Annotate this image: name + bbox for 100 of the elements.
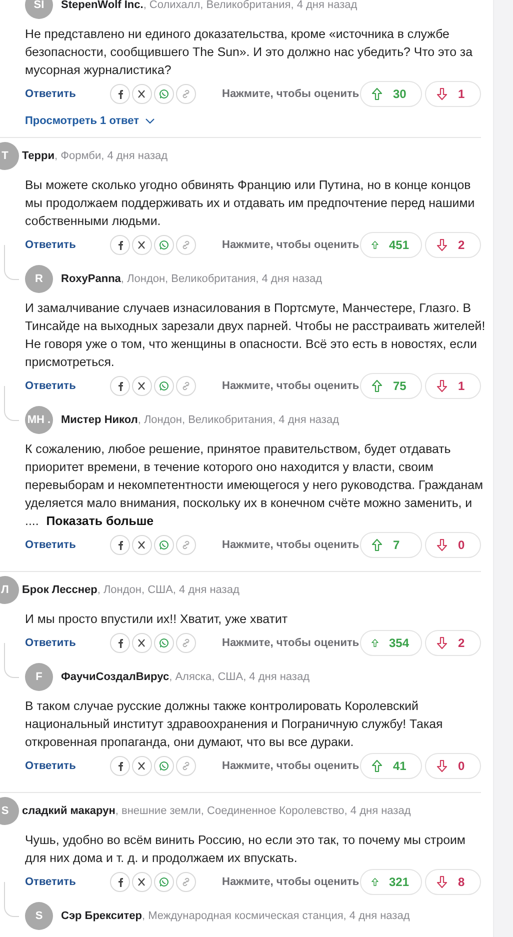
x-share-button[interactable]	[132, 235, 152, 255]
upvote-button[interactable]: 451	[360, 232, 422, 258]
comment-text: Чушь, удобно во всём винить Россию, но если это так, то почему мы строим для них дома и т. д. и продолжаем их впускать.	[25, 832, 466, 867]
downvote-button[interactable]: 1	[425, 81, 481, 107]
upvote-button[interactable]: 321	[360, 869, 422, 895]
link-icon	[180, 380, 192, 392]
arrow-down-icon	[436, 379, 448, 393]
link-icon	[180, 539, 192, 551]
x-icon	[136, 760, 148, 772]
comment-byline: Терри, Формби, 4 дня назад	[22, 150, 168, 162]
avatar: T	[0, 142, 19, 170]
avatar: S	[25, 902, 53, 930]
arrow-down-icon	[436, 636, 448, 650]
whatsapp-icon	[158, 760, 170, 772]
thread-connector	[4, 245, 19, 280]
facebook-share-button[interactable]	[110, 535, 130, 555]
comment-byline: ФаучиСоздалВирус, Аляска, США, 4 дня назад	[61, 671, 310, 683]
upvote-button[interactable]: 41	[360, 753, 422, 779]
x-share-button[interactable]	[132, 535, 152, 555]
x-icon	[136, 637, 148, 649]
rate-prompt: Нажмите, чтобы оценить	[222, 760, 360, 772]
arrow-down-icon	[436, 238, 448, 252]
reply-link[interactable]: Ответить	[25, 380, 110, 392]
arrow-up-icon	[371, 875, 379, 889]
reply-link[interactable]: Ответить	[25, 239, 110, 251]
whatsapp-icon	[158, 239, 170, 251]
rate-prompt: Нажмите, чтобы оценить	[222, 637, 360, 649]
facebook-share-button[interactable]	[110, 633, 130, 653]
avatar: R	[25, 265, 53, 293]
arrow-down-icon	[436, 759, 448, 773]
avatar: S	[0, 797, 19, 825]
upvote-button[interactable]: 30	[360, 81, 422, 107]
x-share-button[interactable]	[132, 633, 152, 653]
x-icon	[136, 380, 148, 392]
x-share-button[interactable]	[132, 756, 152, 776]
reply-link[interactable]: Ответить	[25, 539, 110, 551]
link-icon	[180, 876, 192, 888]
facebook-share-button[interactable]	[110, 84, 130, 104]
link-icon	[180, 637, 192, 649]
facebook-share-button[interactable]	[110, 376, 130, 396]
avatar: F	[25, 663, 53, 691]
reply-link[interactable]: Ответить	[25, 760, 110, 772]
comment-text: Не представлено ни единого доказательства, кроме «источника в службе безопасности, сообщившего The Sun». И это должно нас убедить? Что это за мусорная журналистика?	[25, 26, 474, 79]
upvote-button[interactable]: 7	[360, 532, 422, 558]
x-icon	[136, 88, 148, 100]
view-replies-link[interactable]: Просмотреть 1 ответ	[25, 115, 156, 127]
comment-byline: Сэр Брекситер, Международная космическая станция, 4 дня назад	[61, 910, 410, 922]
x-icon	[136, 239, 148, 251]
comment-byline: Брок Лесснер, Лондон, США, 4 дня назад	[22, 584, 240, 596]
x-share-button[interactable]	[132, 84, 152, 104]
comment-byline: Мистер Никол, Лондон, Великобритания, 4 дня назад	[61, 414, 339, 426]
whatsapp-icon	[158, 539, 170, 551]
arrow-down-icon	[436, 538, 448, 552]
reply-link[interactable]: Ответить	[25, 88, 110, 100]
comment-byline: StepenWolf Inc., Солихалл, Великобритания, 4 дня назад	[61, 0, 358, 11]
upvote-button[interactable]: 75	[360, 373, 422, 399]
comment-text: Вы можете сколько угодно обвинять Францию или Путина, но в конце концов мы продолжаем поддерживать их и отдавать им предпочтение перед нашими собственными людьми.	[25, 177, 476, 230]
x-share-button[interactable]	[132, 376, 152, 396]
arrow-up-icon	[371, 379, 383, 393]
arrow-up-icon	[371, 238, 379, 252]
chevron-down-icon	[145, 118, 156, 124]
downvote-button[interactable]: 1	[425, 373, 481, 399]
thread-connector	[4, 386, 19, 421]
show-more-link[interactable]: Показать больше	[46, 514, 154, 528]
rate-prompt: Нажмите, чтобы оценить	[222, 539, 360, 551]
avatar: Л	[0, 576, 19, 604]
comment-byline: RoxyPanna, Лондон, Великобритания, 4 дня назад	[61, 273, 322, 285]
comment-text: К сожалению, любое решение, принятое правительством, будет отдавать приоритет времени, в течение которого оно находится у власти, своим перевыборам и некомпетентности имеющегося у него руководства. Гражданам уделяется мало внимания, поскольку их в конечном счёте можно заменить, и .... Показать больше	[25, 441, 484, 530]
link-icon	[180, 760, 192, 772]
link-icon	[180, 239, 192, 251]
x-icon	[136, 539, 148, 551]
downvote-button[interactable]: 2	[425, 232, 481, 258]
arrow-up-icon	[371, 759, 383, 773]
link-icon	[180, 88, 192, 100]
whatsapp-icon	[158, 876, 170, 888]
facebook-share-button[interactable]	[110, 872, 130, 892]
rate-prompt: Нажмите, чтобы оценить	[222, 88, 360, 100]
x-icon	[136, 876, 148, 888]
whatsapp-icon	[158, 380, 170, 392]
reply-link[interactable]: Ответить	[25, 876, 110, 888]
arrow-up-icon	[371, 87, 383, 101]
rate-prompt: Нажмите, чтобы оценить	[222, 380, 360, 392]
x-share-button[interactable]	[132, 872, 152, 892]
whatsapp-icon	[158, 637, 170, 649]
rate-prompt: Нажмите, чтобы оценить	[222, 876, 360, 888]
downvote-button[interactable]: 0	[425, 532, 481, 558]
upvote-button[interactable]: 354	[360, 630, 422, 656]
thread-connector	[4, 882, 19, 917]
downvote-button[interactable]: 8	[425, 869, 481, 895]
arrow-up-icon	[371, 636, 379, 650]
avatar: SI	[25, 0, 53, 19]
thread-connector	[4, 643, 19, 678]
reply-link[interactable]: Ответить	[25, 637, 110, 649]
downvote-button[interactable]: 0	[425, 753, 481, 779]
rate-prompt: Нажмите, чтобы оценить	[222, 239, 360, 251]
facebook-share-button[interactable]	[110, 756, 130, 776]
comment-text: И мы просто впустили их!! Хватит, уже хватит	[25, 611, 289, 628]
facebook-share-button[interactable]	[110, 235, 130, 255]
downvote-button[interactable]: 2	[425, 630, 481, 656]
whatsapp-icon	[158, 88, 170, 100]
